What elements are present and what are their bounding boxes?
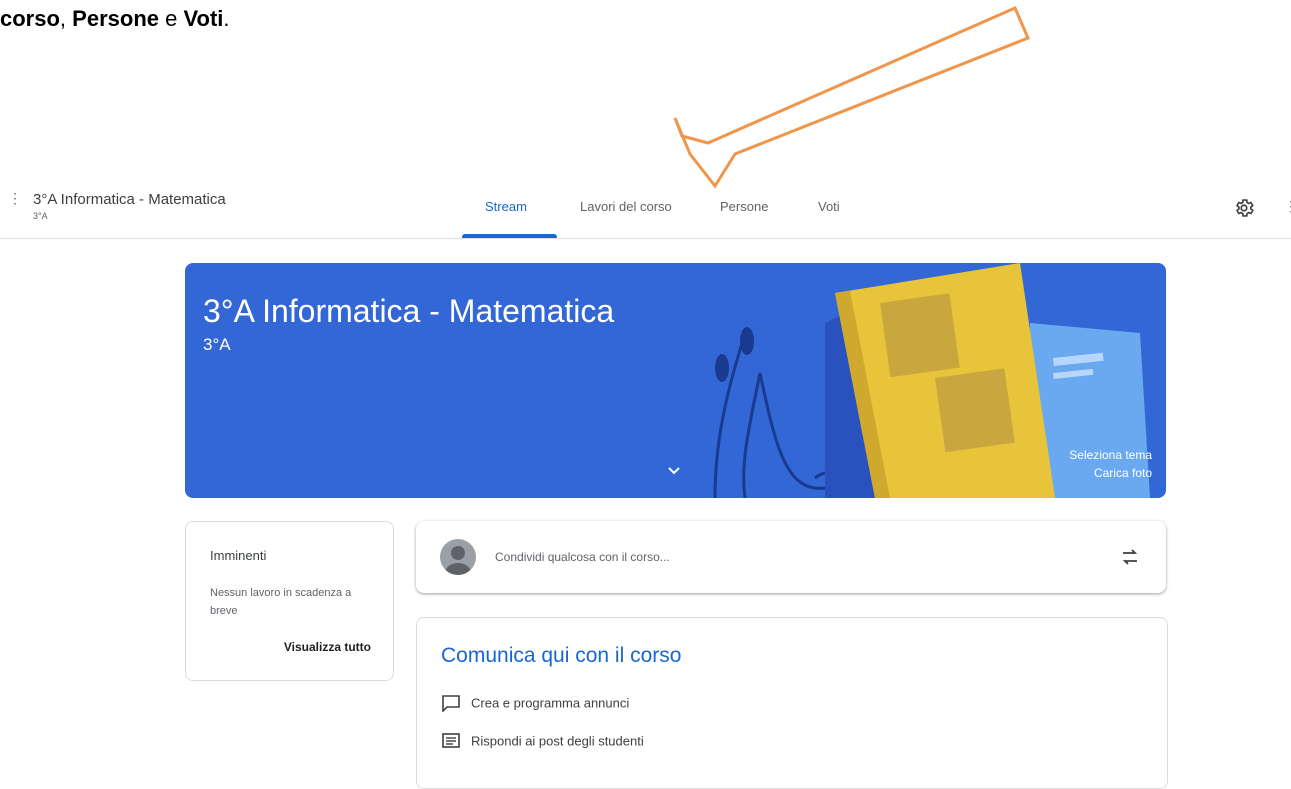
caption-word-persone: Persone (72, 6, 159, 31)
class-section: 3°A (33, 211, 48, 221)
document-caption: corso, Persone e Voti. (0, 6, 230, 32)
reply-posts-icon (442, 733, 460, 748)
share-box[interactable]: Condividi qualcosa con il corso... (416, 521, 1166, 593)
user-avatar-icon (445, 546, 471, 575)
avatar (440, 539, 476, 575)
caption-word-voti: Voti (183, 6, 224, 31)
share-placeholder[interactable]: Condividi qualcosa con il corso... (495, 550, 670, 564)
tab-stream[interactable]: Stream (485, 199, 527, 214)
repost-icon[interactable] (1118, 545, 1142, 569)
banner-class-section: 3°A (203, 335, 231, 354)
upcoming-title: Imminenti (210, 548, 267, 563)
select-theme-link[interactable]: Seleziona tema (1069, 448, 1152, 462)
caption-word-corso: corso (0, 6, 60, 31)
announcement-icon (442, 695, 460, 713)
communicate-card: Comunica qui con il corso Crea e program… (416, 617, 1168, 789)
view-all-link[interactable]: Visualizza tutto (284, 640, 371, 654)
more-options-icon[interactable]: ⋮ (1284, 198, 1291, 215)
upcoming-empty-text: Nessun lavoro in scadenza a breve (210, 587, 352, 617)
upload-photo-link[interactable]: Carica foto (1094, 466, 1152, 480)
upcoming-card: Imminenti Nessun lavoro in scadenza a br… (185, 521, 394, 681)
settings-gear-icon[interactable] (1233, 197, 1255, 219)
chevron-down-icon[interactable] (666, 463, 682, 479)
tab-voti[interactable]: Voti (818, 199, 840, 214)
create-announcements-text: Crea e programma annunci (471, 695, 630, 711)
caption-separator: e (159, 6, 184, 31)
active-tab-indicator (462, 234, 557, 238)
banner-class-title: 3°A Informatica - Matematica (203, 293, 615, 329)
communicate-title: Comunica qui con il corso (441, 644, 682, 667)
list-item: Crea e programma annunci (441, 694, 630, 713)
main-menu-icon[interactable]: ⋮ (8, 191, 22, 205)
list-item: Rispondi ai post degli studenti (441, 732, 644, 750)
class-title[interactable]: 3°A Informatica - Matematica (33, 191, 226, 208)
class-banner: 3°A Informatica - Matematica 3°A Selezio… (185, 263, 1166, 498)
orange-arrow-annotation (673, 6, 1030, 189)
tab-lavori-del-corso[interactable]: Lavori del corso (580, 199, 672, 214)
tab-persone[interactable]: Persone (720, 199, 768, 214)
reply-student-posts-text: Rispondi ai post degli studenti (471, 733, 644, 749)
classroom-top-bar: ⋮ 3°A Informatica - Matematica 3°A Strea… (0, 186, 1291, 239)
caption-separator: , (59, 6, 67, 31)
caption-end: . (223, 6, 230, 31)
